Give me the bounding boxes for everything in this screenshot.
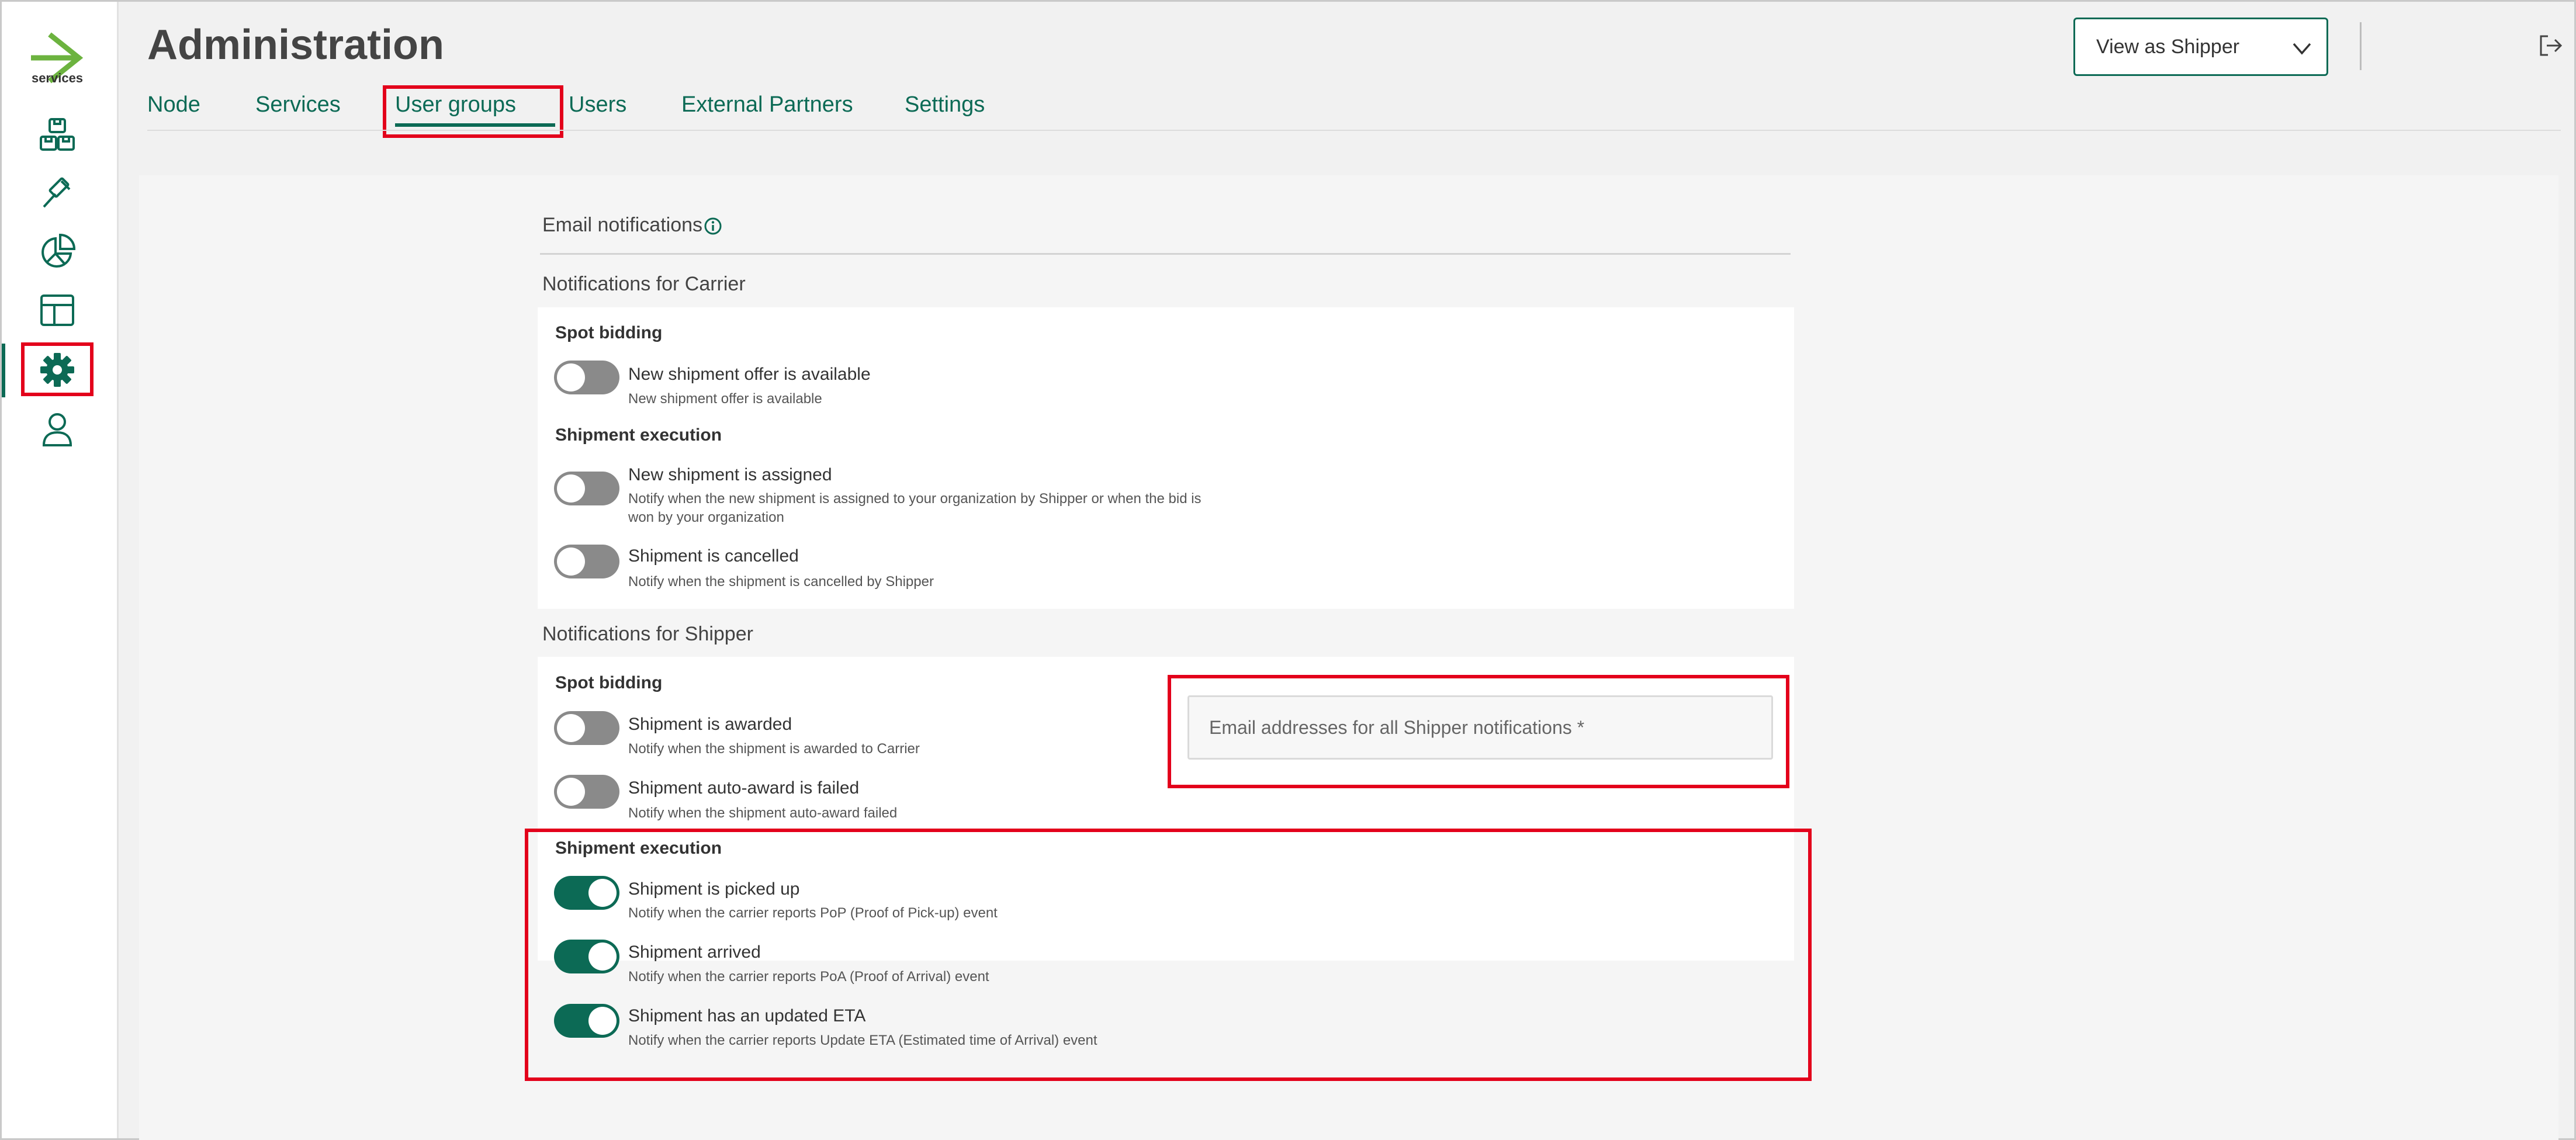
sidebar-item-settings[interactable] — [34, 346, 81, 393]
info-icon[interactable] — [704, 217, 722, 235]
option-description: Notify when the carrier reports Update E… — [628, 1032, 1097, 1048]
option-title: Shipment auto-award is failed — [628, 778, 860, 798]
active-nav-indicator — [2, 344, 5, 397]
gear-icon — [40, 353, 74, 387]
page-title: Administration — [147, 22, 445, 68]
layout-icon — [40, 294, 74, 326]
option-title: Shipment arrived — [628, 943, 761, 962]
option-title: Shipment is picked up — [628, 879, 800, 899]
option-title: New shipment offer is available — [628, 365, 871, 384]
carrier-shipment-execution-title: Shipment execution — [555, 425, 722, 445]
shipper-email-addresses-input[interactable] — [1187, 695, 1773, 760]
option-title: Shipment is awarded — [628, 715, 792, 734]
shipper-spot-bidding-title: Spot bidding — [555, 673, 663, 692]
header-divider-vertical — [2360, 22, 2362, 70]
sidebar-item-profile[interactable] — [34, 406, 81, 453]
toggle-shipment-arrived[interactable] — [554, 940, 619, 973]
shipper-shipment-execution-title: Shipment execution — [555, 838, 722, 858]
view-as-select[interactable]: View as Shipper — [2073, 18, 2328, 76]
email-notifications-heading: Email notifications — [542, 214, 703, 236]
carrier-notifications-heading: Notifications for Carrier — [542, 273, 746, 295]
sidebar: services — [2, 2, 119, 1138]
option-title: New shipment is assigned — [628, 465, 832, 484]
pie-chart-icon — [41, 233, 76, 268]
view-as-select-value: View as Shipper — [2096, 35, 2240, 58]
active-tab-underline — [395, 123, 555, 127]
tab-external-partners[interactable]: External Partners — [681, 92, 853, 117]
toggle-shipment-picked-up[interactable] — [554, 876, 619, 910]
sidebar-item-auctions[interactable] — [34, 170, 81, 217]
toggle-new-shipment-offer[interactable] — [554, 361, 619, 394]
option-description: New shipment offer is available — [628, 391, 822, 407]
sidebar-item-packages[interactable] — [34, 112, 81, 158]
logo-text: services — [31, 71, 84, 85]
chevron-down-icon — [2293, 43, 2311, 55]
carrier-spot-bidding-title: Spot bidding — [555, 323, 663, 342]
option-title: Shipment is cancelled — [628, 546, 799, 566]
toggle-shipment-updated-eta[interactable] — [554, 1004, 619, 1038]
header-divider — [147, 130, 2561, 131]
tab-user-groups[interactable]: User groups — [395, 92, 516, 117]
option-description: Notify when the shipment is cancelled by… — [628, 574, 934, 590]
logout-icon[interactable] — [2537, 33, 2563, 58]
tab-users[interactable]: Users — [569, 92, 626, 117]
shipper-notifications-heading: Notifications for Shipper — [542, 623, 753, 645]
option-description: Notify when the shipment auto-award fail… — [628, 805, 898, 821]
user-icon — [42, 413, 72, 446]
option-description: Notify when the carrier reports PoP (Pro… — [628, 905, 998, 921]
option-title: Shipment has an updated ETA — [628, 1006, 866, 1025]
packages-icon — [40, 118, 75, 151]
tab-settings[interactable]: Settings — [905, 92, 985, 117]
email-notifications-divider — [540, 253, 1791, 255]
tab-node[interactable]: Node — [147, 92, 200, 117]
sidebar-item-analytics[interactable] — [34, 228, 81, 275]
option-description: Notify when the carrier reports PoA (Pro… — [628, 969, 989, 985]
toggle-shipment-cancelled[interactable] — [554, 545, 619, 578]
toggle-auto-award-failed[interactable] — [554, 775, 619, 809]
sidebar-item-layout[interactable] — [34, 287, 81, 334]
option-description: Notify when the shipment is awarded to C… — [628, 741, 920, 757]
gavel-icon — [43, 177, 71, 208]
toggle-new-shipment-assigned[interactable] — [554, 472, 619, 505]
tab-services[interactable]: Services — [255, 92, 341, 117]
toggle-shipment-awarded[interactable] — [554, 711, 619, 745]
option-description: Notify when the new shipment is assigned… — [628, 491, 1202, 525]
